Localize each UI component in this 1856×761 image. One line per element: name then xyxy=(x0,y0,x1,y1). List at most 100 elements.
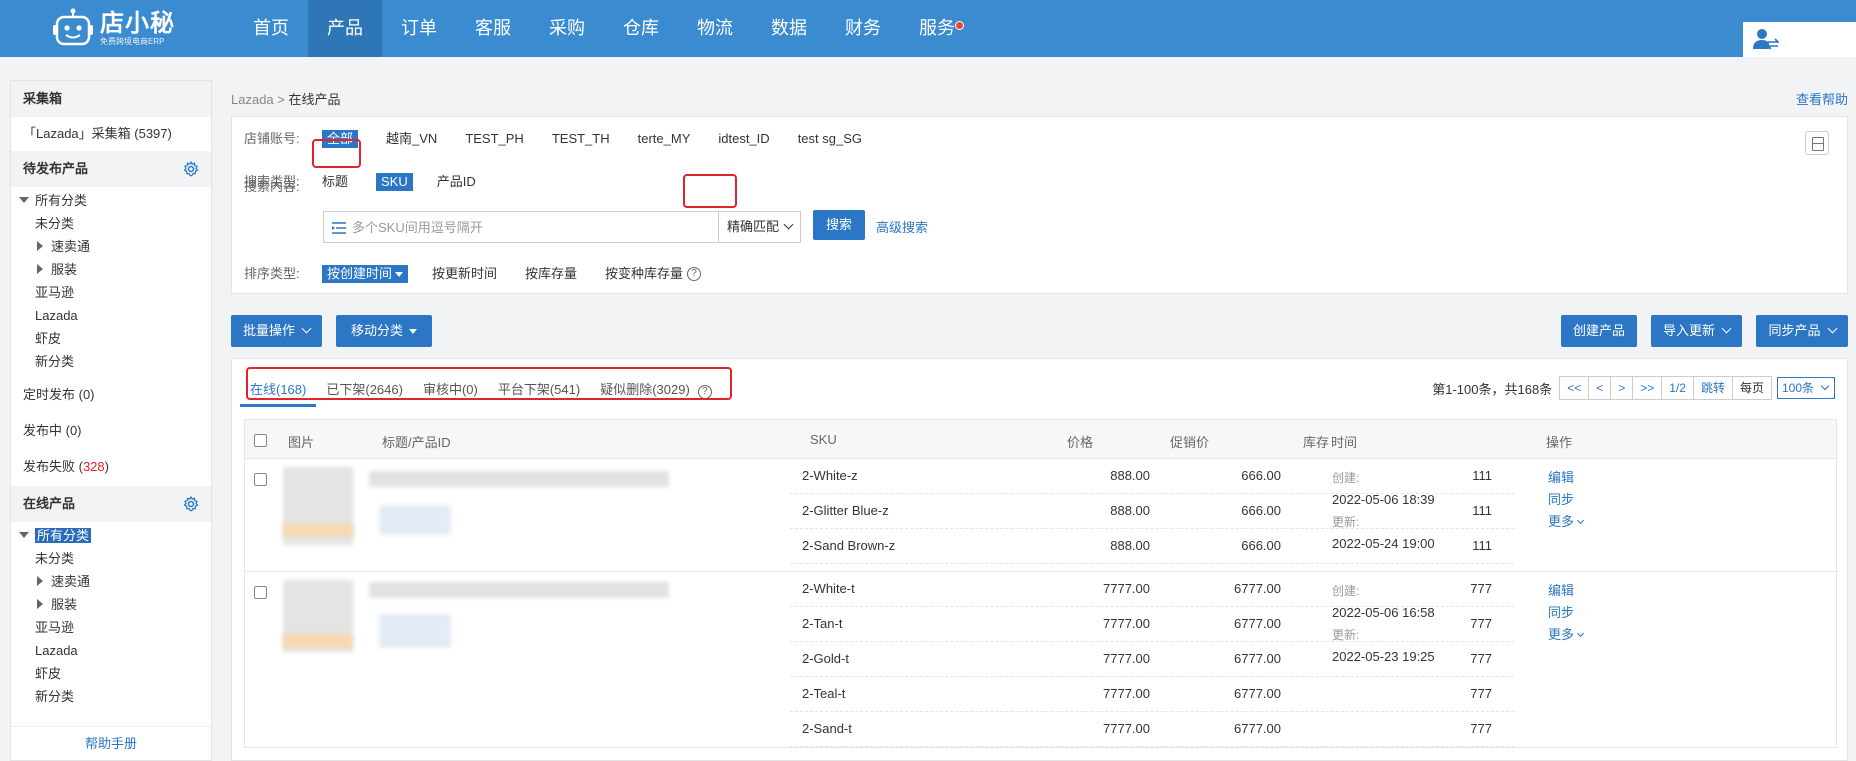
help-question-icon[interactable]: ? xyxy=(687,267,702,281)
sidebar-section-collect: 采集箱 xyxy=(11,81,211,117)
tree-uncategorized[interactable]: 未分类 xyxy=(11,547,211,570)
move-category-button[interactable]: 移动分类 xyxy=(336,315,432,347)
pager-jump[interactable]: 跳转 xyxy=(1692,376,1733,400)
search-button[interactable]: 搜索 xyxy=(813,210,865,240)
more-link[interactable]: 更多 xyxy=(1548,511,1585,533)
nav-purchase[interactable]: 采购 xyxy=(530,0,604,57)
shop-option-sg[interactable]: test sg_SG xyxy=(798,125,862,153)
match-mode-select[interactable]: 精确匹配 xyxy=(719,211,801,243)
advanced-search-link[interactable]: 高级搜索 xyxy=(876,217,928,236)
search-type-product-id[interactable]: 产品ID xyxy=(437,168,476,196)
breadcrumb-current: 在线产品 xyxy=(288,92,341,107)
expand-right-icon[interactable] xyxy=(37,264,43,274)
nav-logistics[interactable]: 物流 xyxy=(678,0,752,57)
pager-prev[interactable]: < xyxy=(1588,376,1612,400)
shop-option-my[interactable]: terte_MY xyxy=(638,125,691,153)
tree-lazada[interactable]: Lazada xyxy=(11,639,211,662)
shop-option-id[interactable]: idtest_ID xyxy=(718,125,769,153)
tree-all-categories-pending[interactable]: 所有分类 xyxy=(11,189,211,212)
tree-amazon[interactable]: 亚马逊 xyxy=(11,281,211,304)
sync-link[interactable]: 同步 xyxy=(1548,489,1583,511)
nav-product[interactable]: 产品 xyxy=(308,0,382,57)
updated-time: 2022-05-23 19:25 xyxy=(1332,649,1435,664)
sort-by-created[interactable]: 按创建时间 xyxy=(322,265,409,283)
created-time: 2022-05-06 18:39 xyxy=(1332,492,1435,507)
row-checkbox[interactable] xyxy=(254,473,267,486)
pagination: 第1-100条，共168条 << < > >> 1/2 跳转 每页 100条 xyxy=(1432,375,1835,401)
nav-finance[interactable]: 财务 xyxy=(826,0,900,57)
nav-orders[interactable]: 订单 xyxy=(382,0,456,57)
tree-all-categories-online[interactable]: 所有分类 xyxy=(11,524,211,547)
tree-apparel[interactable]: 服装 xyxy=(11,258,211,281)
gear-icon[interactable] xyxy=(183,496,199,512)
search-input-box[interactable] xyxy=(323,211,719,243)
nav-data[interactable]: 数据 xyxy=(752,0,826,57)
user-menu[interactable] xyxy=(1743,22,1856,57)
view-help-link[interactable]: 查看帮助 xyxy=(1796,89,1848,108)
sidebar-item-scheduled[interactable]: 定时发布 (0) xyxy=(11,378,211,412)
nav-service[interactable]: 服务 xyxy=(900,0,974,57)
nav-customer-service[interactable]: 客服 xyxy=(456,0,530,57)
import-update-button[interactable]: 导入更新 xyxy=(1651,315,1742,347)
tree-apparel[interactable]: 服装 xyxy=(11,593,211,616)
shop-option-ph[interactable]: TEST_PH xyxy=(465,125,524,153)
select-all-checkbox[interactable] xyxy=(254,434,267,447)
tree-aliexpress[interactable]: 速卖通 xyxy=(11,235,211,258)
sync-product-button[interactable]: 同步产品 xyxy=(1756,315,1848,347)
shop-option-vn[interactable]: 越南_VN xyxy=(386,125,437,153)
sync-link[interactable]: 同步 xyxy=(1548,602,1583,624)
sidebar-item-publishing[interactable]: 发布中 (0) xyxy=(11,414,211,448)
sku-promo: 666.00 xyxy=(1241,503,1281,518)
more-link[interactable]: 更多 xyxy=(1548,624,1585,646)
tree-shopee[interactable]: 虾皮 xyxy=(11,662,211,685)
sort-by-created-label: 按创建时间 xyxy=(327,266,393,281)
expand-down-icon[interactable] xyxy=(19,532,29,538)
shop-option-th[interactable]: TEST_TH xyxy=(552,125,610,153)
pager-last[interactable]: >> xyxy=(1632,376,1663,400)
search-type-title[interactable]: 标题 xyxy=(322,168,348,196)
logo[interactable]: 店小秘 免费跨境电商ERP xyxy=(52,6,192,52)
sort-by-stock[interactable]: 按库存量 xyxy=(525,260,577,288)
sku-code: 2-White-t xyxy=(802,581,855,596)
time-info: 创建: 2022-05-06 18:39 更新: 2022-05-24 19:0… xyxy=(1332,467,1435,555)
tree-amazon[interactable]: 亚马逊 xyxy=(11,616,211,639)
collapse-panel-icon[interactable] xyxy=(1805,131,1829,155)
pager-next[interactable]: > xyxy=(1610,376,1634,400)
blurred-title[interactable] xyxy=(369,582,669,598)
sku-stock: 777 xyxy=(1470,651,1492,666)
more-label: 更多 xyxy=(1548,627,1575,642)
create-product-button[interactable]: 创建产品 xyxy=(1561,315,1637,347)
batch-operations-button[interactable]: 批量操作 xyxy=(231,315,322,347)
edit-link[interactable]: 编辑 xyxy=(1548,467,1583,489)
expand-right-icon[interactable] xyxy=(37,576,43,586)
gear-icon[interactable] xyxy=(183,161,199,177)
sort-by-variant-stock[interactable]: 按变种库存量 xyxy=(605,260,683,288)
tree-new-category[interactable]: 新分类 xyxy=(11,350,211,373)
edit-link[interactable]: 编辑 xyxy=(1548,580,1583,602)
tree-label-selected: 所有分类 xyxy=(35,528,92,543)
tree-lazada[interactable]: Lazada xyxy=(11,304,211,327)
sidebar-item-lazada-collect[interactable]: 「Lazada」采集箱 (5397) xyxy=(11,117,211,151)
help-manual-link[interactable]: 帮助手册 xyxy=(11,726,211,760)
tree-aliexpress[interactable]: 速卖通 xyxy=(11,570,211,593)
tree-new-category[interactable]: 新分类 xyxy=(11,685,211,708)
blurred-title[interactable] xyxy=(369,471,669,487)
more-label: 更多 xyxy=(1548,514,1575,529)
chevron-down-icon xyxy=(1576,516,1585,525)
tree-shopee[interactable]: 虾皮 xyxy=(11,327,211,350)
search-type-sku[interactable]: SKU xyxy=(376,173,413,191)
tree-uncategorized[interactable]: 未分类 xyxy=(11,212,211,235)
nav-home[interactable]: 首页 xyxy=(234,0,308,57)
expand-down-icon[interactable] xyxy=(19,197,29,203)
expand-right-icon[interactable] xyxy=(37,599,43,609)
nav-warehouse[interactable]: 仓库 xyxy=(604,0,678,57)
per-page-select[interactable]: 100条 xyxy=(1776,377,1835,399)
sidebar-item-failed[interactable]: 发布失败 (328) xyxy=(11,450,211,484)
search-input[interactable] xyxy=(352,216,712,238)
row-checkbox[interactable] xyxy=(254,586,267,599)
sort-by-updated[interactable]: 按更新时间 xyxy=(432,260,497,288)
time-info: 创建: 2022-05-06 16:58 更新: 2022-05-23 19:2… xyxy=(1332,580,1435,668)
pager-first[interactable]: << xyxy=(1559,376,1590,400)
breadcrumb-root[interactable]: Lazada xyxy=(231,92,274,107)
expand-right-icon[interactable] xyxy=(37,241,43,251)
